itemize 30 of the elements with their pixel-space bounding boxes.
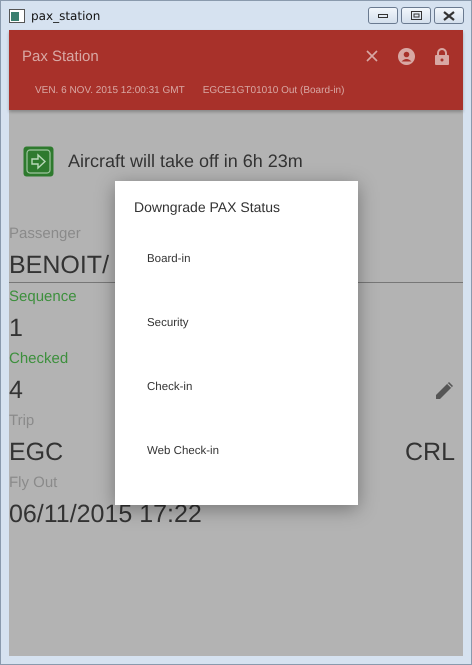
- pencil-icon[interactable]: [435, 380, 455, 400]
- close-icon: [443, 10, 455, 20]
- status-option[interactable]: Check-in: [147, 380, 192, 394]
- app-icon: [9, 8, 25, 22]
- lock-icon[interactable]: [435, 48, 449, 64]
- field-value: 1: [9, 313, 23, 344]
- field-value: 06/11/2015 17:22: [9, 499, 202, 530]
- status-option[interactable]: Board-in: [147, 252, 190, 266]
- takeoff-notice: Aircraft will take off in 6h 23m: [68, 151, 303, 172]
- restore-icon: [410, 11, 422, 20]
- flight-status: EGCE1GT01010 Out (Board-in): [202, 85, 344, 96]
- field-value: BENOIT/: [9, 250, 110, 281]
- app-title: Pax Station: [22, 48, 100, 64]
- field-value: 4: [9, 375, 23, 406]
- status-option[interactable]: Security: [147, 316, 189, 330]
- field-label: Checked: [9, 349, 68, 369]
- maximize-button[interactable]: [401, 7, 431, 24]
- account-icon[interactable]: [398, 48, 415, 64]
- departure-icon: [23, 146, 54, 177]
- destination-code: CRL: [404, 437, 455, 468]
- close-button[interactable]: [434, 7, 464, 24]
- window-title: pax_station: [31, 8, 102, 22]
- dialog-title: Downgrade PAX Status: [134, 199, 280, 215]
- date-time: VEN. 6 NOV. 2015 12:00:31 GMT: [35, 85, 185, 96]
- minimize-icon: [378, 14, 388, 18]
- close-icon[interactable]: [366, 50, 378, 62]
- origin-code: EGC: [9, 437, 64, 468]
- status-option[interactable]: Web Check-in: [147, 444, 220, 458]
- field-label: Sequence: [9, 287, 77, 307]
- minimize-button[interactable]: [368, 7, 398, 24]
